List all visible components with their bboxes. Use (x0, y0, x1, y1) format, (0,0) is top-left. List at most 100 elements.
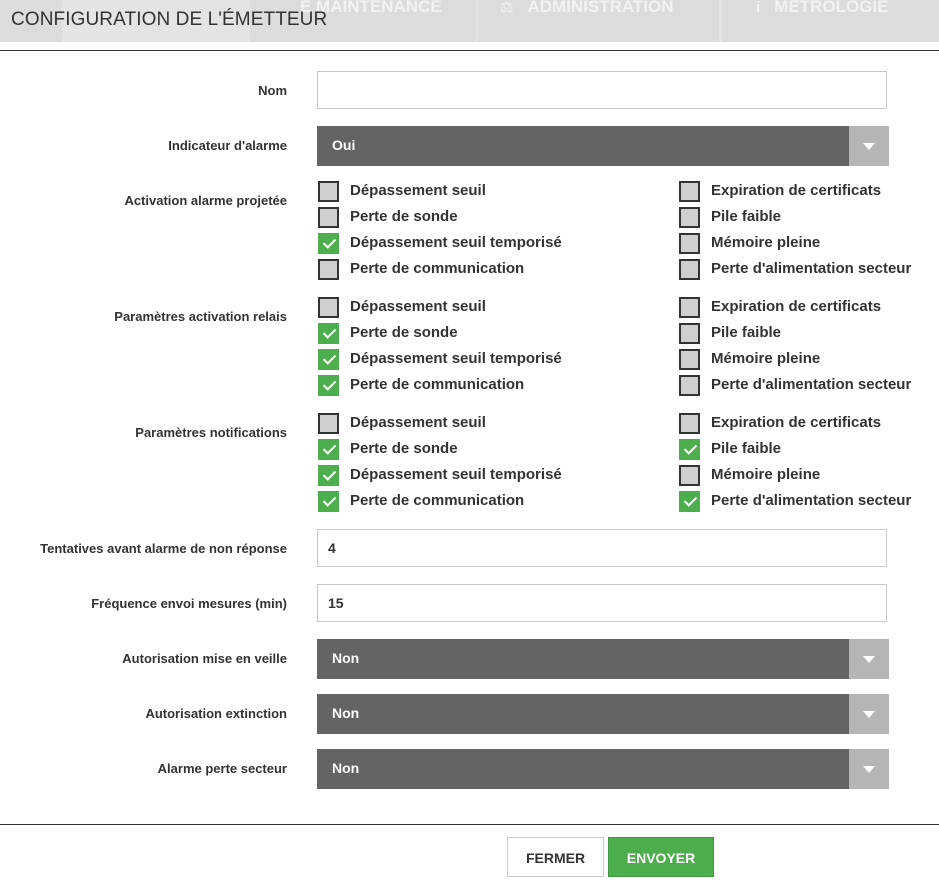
send-button[interactable]: ENVOYER (608, 837, 714, 877)
chevron-down-icon (863, 711, 875, 718)
checkbox-option[interactable]: Expiration de certificats (679, 297, 937, 321)
checkbox-label: Expiration de certificats (711, 182, 882, 199)
checkmark-icon (322, 235, 337, 249)
checkbox[interactable] (318, 375, 339, 396)
activation-alarme-projetee-label: Activation alarme projetée (124, 193, 287, 208)
checkbox-label: Perte de communication (350, 260, 525, 277)
checkbox-label: Perte d'alimentation secteur (711, 492, 912, 509)
checkbox-option[interactable]: Perte d'alimentation secteur (679, 375, 937, 399)
dropdown-arrow[interactable] (849, 694, 889, 734)
checkbox[interactable] (318, 297, 339, 318)
checkmark-icon (683, 493, 698, 507)
checkbox-label: Expiration de certificats (711, 298, 882, 315)
checkbox-label: Mémoire pleine (711, 350, 821, 367)
checkbox-option[interactable]: Perte de communication (318, 259, 648, 283)
chevron-down-icon (863, 656, 875, 663)
checkbox-option[interactable]: Dépassement seuil (318, 181, 648, 205)
checkbox-label: Dépassement seuil temporisé (350, 350, 562, 367)
alarme-perte-secteur-value: Non (332, 760, 360, 776)
checkbox[interactable] (318, 233, 339, 254)
autorisation-extinction-label: Autorisation extinction (145, 706, 287, 721)
indicateur-alarme-select[interactable]: Oui (317, 126, 889, 166)
close-button[interactable]: FERMER (507, 837, 604, 877)
checkbox-label: Perte de sonde (350, 324, 458, 341)
checkbox-label: Perte d'alimentation secteur (711, 260, 912, 277)
checkbox[interactable] (679, 439, 700, 460)
alarme-perte-secteur-select[interactable]: Non (317, 749, 889, 789)
nom-label: Nom (258, 83, 287, 98)
checkbox[interactable] (679, 491, 700, 512)
checkbox-label: Dépassement seuil temporisé (350, 234, 562, 251)
checkbox[interactable] (679, 181, 700, 202)
checkbox-option[interactable]: Pile faible (679, 439, 937, 463)
checkbox-option[interactable]: Dépassement seuil temporisé (318, 465, 648, 489)
checkbox-label: Perte de sonde (350, 208, 458, 225)
autorisation-veille-value: Non (332, 650, 360, 666)
checkbox-option[interactable]: Dépassement seuil (318, 413, 648, 437)
checkbox-option[interactable]: Perte d'alimentation secteur (679, 259, 937, 283)
checkmark-icon (322, 325, 337, 339)
checkbox-option[interactable]: Perte de sonde (318, 323, 648, 347)
checkbox-label: Perte d'alimentation secteur (711, 376, 912, 393)
checkbox[interactable] (679, 233, 700, 254)
checkbox-option[interactable]: Expiration de certificats (679, 181, 937, 205)
footer-divider (0, 824, 939, 825)
checkbox-label: Perte de communication (350, 376, 525, 393)
checkbox-label: Perte de sonde (350, 440, 458, 457)
checkbox-option[interactable]: Perte de sonde (318, 207, 648, 231)
autorisation-extinction-value: Non (332, 705, 360, 721)
checkbox[interactable] (318, 465, 339, 486)
checkbox[interactable] (318, 349, 339, 370)
checkbox-option[interactable]: Mémoire pleine (679, 465, 937, 489)
checkbox-option[interactable]: Perte de communication (318, 375, 648, 399)
checkbox-option[interactable]: Dépassement seuil temporisé (318, 233, 648, 257)
checkbox-option[interactable]: Dépassement seuil temporisé (318, 349, 648, 373)
checkbox-option[interactable]: Mémoire pleine (679, 349, 937, 373)
dropdown-arrow[interactable] (849, 126, 889, 166)
checkbox-option[interactable]: Pile faible (679, 323, 937, 347)
checkbox[interactable] (679, 349, 700, 370)
autorisation-veille-label: Autorisation mise en veille (122, 651, 287, 666)
dropdown-arrow[interactable] (849, 639, 889, 679)
checkmark-icon (683, 441, 698, 455)
checkmark-icon (322, 467, 337, 481)
checkbox[interactable] (318, 439, 339, 460)
checkbox[interactable] (318, 259, 339, 280)
checkbox[interactable] (318, 323, 339, 344)
checkmark-icon (322, 377, 337, 391)
dropdown-arrow[interactable] (849, 749, 889, 789)
checkbox-option[interactable]: Dépassement seuil (318, 297, 648, 321)
checkbox[interactable] (679, 375, 700, 396)
checkbox-option[interactable]: Perte d'alimentation secteur (679, 491, 937, 515)
frequence-input[interactable] (317, 584, 887, 622)
checkbox[interactable] (679, 207, 700, 228)
nom-input[interactable] (317, 71, 887, 109)
checkbox[interactable] (679, 413, 700, 434)
checkbox[interactable] (679, 297, 700, 318)
modal-title: CONFIGURATION DE L'ÉMETTEUR (11, 9, 328, 30)
checkbox-option[interactable]: Perte de communication (318, 491, 648, 515)
checkbox-option[interactable]: Expiration de certificats (679, 413, 937, 437)
checkbox[interactable] (679, 465, 700, 486)
checkbox-label: Dépassement seuil (350, 298, 486, 315)
parametres-notifications-label: Paramètres notifications (135, 425, 287, 440)
autorisation-extinction-select[interactable]: Non (317, 694, 889, 734)
checkbox-label: Pile faible (711, 324, 782, 341)
checkbox[interactable] (318, 181, 339, 202)
tentatives-input[interactable] (317, 529, 887, 567)
checkbox-label: Mémoire pleine (711, 466, 821, 483)
checkbox-option[interactable]: Mémoire pleine (679, 233, 937, 257)
checkbox[interactable] (318, 491, 339, 512)
checkbox-label: Mémoire pleine (711, 234, 821, 251)
checkbox[interactable] (679, 259, 700, 280)
checkmark-icon (322, 441, 337, 455)
checkbox[interactable] (318, 207, 339, 228)
checkmark-icon (322, 493, 337, 507)
frequence-label: Fréquence envoi mesures (min) (91, 596, 287, 611)
checkbox-option[interactable]: Perte de sonde (318, 439, 648, 463)
autorisation-veille-select[interactable]: Non (317, 639, 889, 679)
checkbox-option[interactable]: Pile faible (679, 207, 937, 231)
chevron-down-icon (863, 143, 875, 150)
checkbox[interactable] (679, 323, 700, 344)
checkbox[interactable] (318, 413, 339, 434)
